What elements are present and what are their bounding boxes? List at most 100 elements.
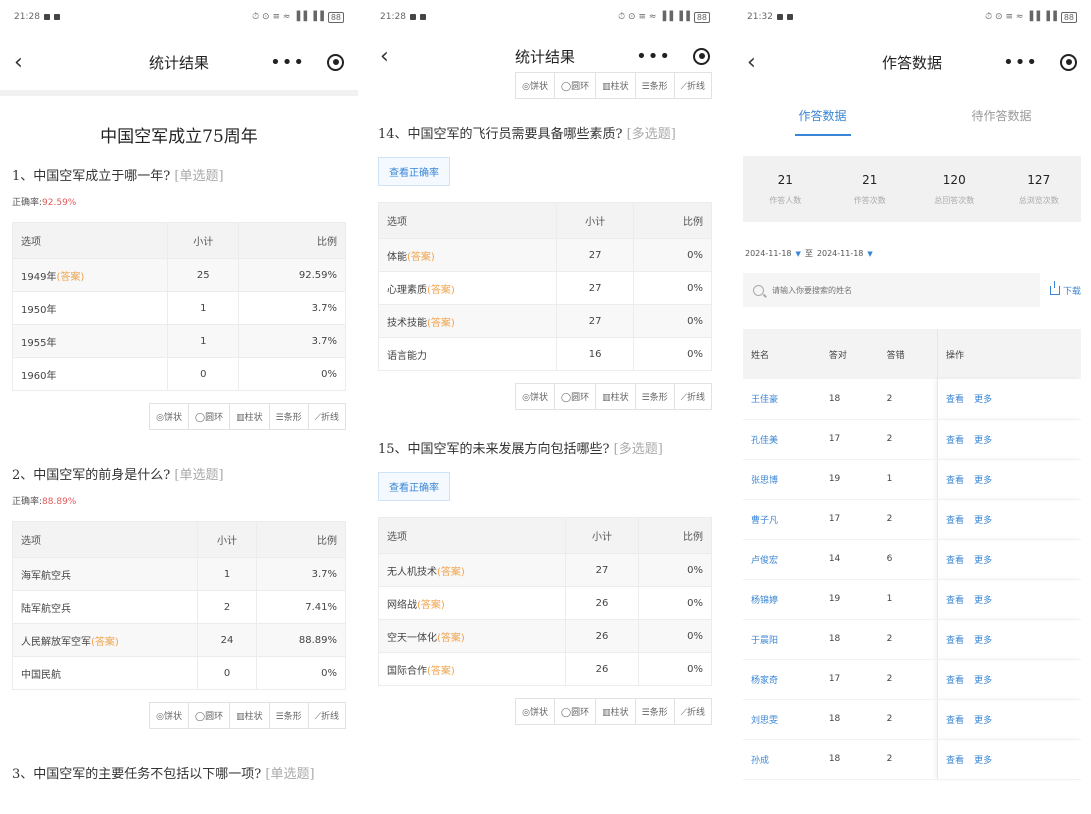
more-button[interactable]: 更多: [974, 756, 992, 766]
user-name-link[interactable]: 曹子凡: [743, 499, 821, 540]
option-cell: 1949年(答案): [11, 258, 169, 292]
user-name-link[interactable]: 王佳豪: [743, 379, 821, 420]
chart-type-option[interactable]: ⟋折线: [307, 702, 346, 729]
date-to[interactable]: 2024-11-18: [817, 249, 864, 258]
more-button[interactable]: 更多: [974, 556, 992, 566]
view-button[interactable]: 查看: [946, 756, 964, 766]
chart-type-option[interactable]: ◯圆环: [188, 702, 231, 729]
column-header[interactable]: 选项: [378, 202, 557, 239]
close-miniprogram-icon[interactable]: [327, 53, 344, 71]
view-button[interactable]: 查看: [946, 476, 964, 486]
back-icon[interactable]: ‹: [747, 50, 767, 75]
chart-type-option[interactable]: ◎饼状: [149, 702, 190, 729]
chart-type-option[interactable]: ▥柱状: [229, 403, 270, 430]
back-icon[interactable]: ‹: [380, 44, 400, 69]
view-button[interactable]: 查看: [946, 716, 964, 726]
option-label: 1949年: [21, 271, 57, 283]
user-name-link[interactable]: 卢俊宏: [743, 539, 821, 580]
view-button[interactable]: 查看: [946, 395, 964, 405]
view-button[interactable]: 查看: [946, 516, 964, 526]
more-button[interactable]: 更多: [974, 516, 992, 526]
column-header[interactable]: 比例: [256, 521, 346, 558]
chart-type-option[interactable]: ▥柱状: [595, 383, 636, 410]
percent-cell: 0%: [633, 337, 712, 371]
chart-type-option[interactable]: ▥柱状: [595, 698, 636, 725]
user-name-link[interactable]: 张思博: [743, 459, 821, 500]
chart-type-option[interactable]: ⟋折线: [673, 383, 712, 410]
user-name-link[interactable]: 孔佳美: [743, 419, 821, 460]
date-from[interactable]: 2024-11-18: [745, 249, 792, 258]
view-button[interactable]: 查看: [946, 676, 964, 686]
user-name-link[interactable]: 于晨阳: [743, 619, 821, 660]
more-button[interactable]: 更多: [974, 436, 992, 446]
back-icon[interactable]: ‹: [14, 50, 34, 75]
chart-type-option[interactable]: ◯圆环: [554, 383, 597, 410]
user-name-link[interactable]: 杨锦婷: [743, 579, 821, 620]
view-correct-rate-button[interactable]: 查看正确率: [378, 472, 450, 501]
table-row: 杨锦婷 19 1 查看 更多: [743, 579, 1081, 620]
chart-type-option[interactable]: ◎饼状: [515, 698, 556, 725]
chart-type-option[interactable]: ⟋折线: [307, 403, 346, 430]
column-header[interactable]: 小计: [196, 521, 258, 558]
more-button[interactable]: 更多: [974, 476, 992, 486]
option-label: 海军航空兵: [21, 570, 71, 582]
column-header: 姓名: [743, 329, 821, 379]
chart-type-option[interactable]: ☰条形: [634, 383, 675, 410]
stat-value: 120: [942, 172, 966, 187]
user-name-link[interactable]: 杨家奇: [743, 659, 821, 700]
search-box[interactable]: [743, 273, 1040, 307]
close-miniprogram-icon[interactable]: [693, 47, 710, 65]
tab-answered[interactable]: 作答数据: [733, 90, 912, 142]
status-bar: 21:28 ⏱ ⊙ ≡ ≈ ▐▐ ▐▐ 88: [0, 0, 358, 34]
more-button[interactable]: 更多: [974, 716, 992, 726]
chart-type-option[interactable]: ☰条形: [268, 403, 309, 430]
table-row: 无人机技术(答案) 27 0%: [377, 553, 712, 587]
view-button[interactable]: 查看: [946, 596, 964, 606]
view-button[interactable]: 查看: [946, 556, 964, 566]
row-actions: 查看 更多: [937, 379, 1081, 420]
user-name-link[interactable]: 刘思雯: [743, 699, 821, 740]
column-header[interactable]: 小计: [555, 202, 635, 239]
chart-type-option[interactable]: ☰条形: [634, 698, 675, 725]
view-button[interactable]: 查看: [946, 636, 964, 646]
more-button[interactable]: 更多: [974, 395, 992, 405]
column-header[interactable]: 比例: [638, 517, 712, 554]
download-button[interactable]: 下载: [1049, 280, 1081, 297]
chart-type-option[interactable]: ◎饼状: [149, 403, 190, 430]
column-header[interactable]: 选项: [377, 517, 567, 554]
date-range-filter[interactable]: 2024-11-18 ▼ 至 2024-11-18 ▼: [733, 222, 1091, 259]
chart-type-option[interactable]: ⟋折线: [673, 698, 712, 725]
more-button[interactable]: 更多: [974, 676, 992, 686]
more-icon[interactable]: •••: [1003, 52, 1038, 73]
view-correct-rate-button[interactable]: 查看正确率: [378, 157, 450, 186]
column-header[interactable]: 比例: [633, 202, 712, 239]
option-cell: 空天一体化(答案): [377, 619, 567, 653]
column-header[interactable]: 选项: [12, 521, 198, 558]
percent-cell: 0%: [638, 586, 712, 620]
column-header[interactable]: 小计: [167, 222, 240, 259]
status-time: 21:28: [380, 12, 406, 22]
chart-type-option[interactable]: ◯圆环: [554, 698, 597, 725]
user-name-link[interactable]: 孙成: [743, 739, 821, 780]
column-header[interactable]: 小计: [565, 517, 639, 554]
chart-type-option[interactable]: ◯圆环: [188, 403, 231, 430]
percent-cell: 3.7%: [238, 291, 346, 325]
percent-cell: 7.41%: [256, 590, 346, 624]
more-icon[interactable]: •••: [636, 46, 671, 67]
tab-unanswered[interactable]: 待作答数据: [912, 90, 1091, 142]
count-cell: 0: [196, 656, 258, 690]
view-button[interactable]: 查看: [946, 436, 964, 446]
more-icon[interactable]: •••: [270, 52, 305, 73]
close-miniprogram-icon[interactable]: [1060, 53, 1077, 71]
more-button[interactable]: 更多: [974, 636, 992, 646]
search-input[interactable]: [772, 285, 1030, 295]
chart-type-option[interactable]: ▥柱状: [229, 702, 270, 729]
stat-value: 127: [1027, 172, 1051, 187]
percent-cell: 0%: [256, 656, 346, 690]
more-button[interactable]: 更多: [974, 596, 992, 606]
column-header[interactable]: 选项: [11, 222, 169, 259]
phone-screen-statistics-1: 21:28 ⏱ ⊙ ≡ ≈ ▐▐ ▐▐ 88 ‹ 统计结果 ••• 中国空军成立7…: [0, 0, 358, 814]
chart-type-option[interactable]: ☰条形: [268, 702, 309, 729]
column-header[interactable]: 比例: [238, 222, 346, 259]
chart-type-option[interactable]: ◎饼状: [515, 383, 556, 410]
